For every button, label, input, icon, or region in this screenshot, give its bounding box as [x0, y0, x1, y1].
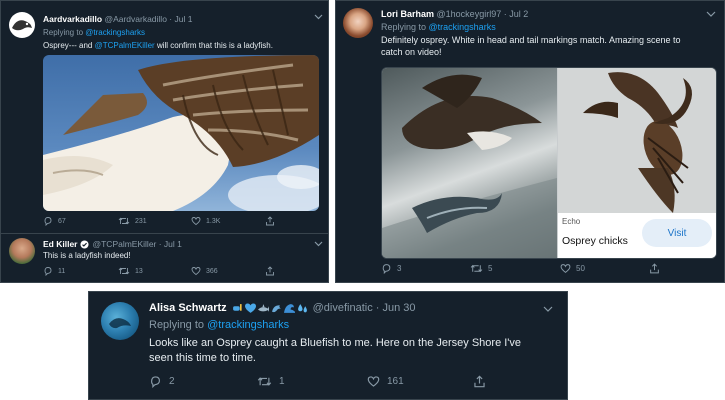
shark-icon — [257, 303, 269, 312]
chevron-down-icon[interactable] — [706, 11, 716, 17]
like-count: 50 — [576, 264, 585, 273]
name-emoji-icons — [232, 303, 308, 314]
reply-icon — [382, 264, 391, 274]
avatar[interactable] — [9, 238, 35, 264]
like-button[interactable]: 161 — [367, 375, 404, 388]
retweet-count: 5 — [488, 264, 493, 273]
tweet-card-lori: Lori Barham @1hockeygirl97 · Jul 2 Reply… — [335, 0, 725, 283]
tweet-text-line-1: Definitely osprey. White in head and tai… — [381, 35, 681, 45]
tweet-text: This is a ladyfish indeed! — [43, 251, 131, 260]
author-handle-date: @divefinatic · Jun 30 — [312, 302, 416, 314]
avatar[interactable] — [9, 12, 35, 38]
retweet-button[interactable]: 5 — [470, 263, 492, 274]
tweet-text-line-2: catch on video! — [381, 47, 442, 57]
reply-icon — [44, 217, 52, 226]
like-button[interactable]: 366 — [191, 266, 218, 276]
like-button[interactable]: 50 — [560, 263, 585, 274]
like-icon — [191, 217, 201, 226]
tweet-card-alisa: Alisa Schwartz @divefinatic · Jun 30 Rep… — [88, 291, 568, 400]
reply-count: 67 — [58, 217, 66, 225]
avatar[interactable] — [101, 302, 139, 340]
replying-to-link[interactable]: @trackingsharks — [85, 28, 145, 37]
retweet-button[interactable]: 13 — [118, 266, 143, 276]
like-button[interactable]: 1.3K — [191, 216, 220, 226]
share-icon — [266, 266, 274, 276]
like-icon — [560, 264, 571, 273]
reply-icon — [44, 267, 52, 276]
replying-to-link[interactable]: @trackingsharks — [207, 319, 289, 331]
mention-link[interactable]: @TCPalmEKiller — [95, 41, 155, 50]
share-button[interactable] — [265, 266, 275, 276]
retweet-count: 1 — [279, 376, 285, 387]
reply-count: 11 — [58, 267, 66, 275]
share-button[interactable] — [649, 263, 660, 274]
tweet-text: Osprey--- and @TCPalmEKiller will confir… — [43, 41, 273, 50]
like-count: 1.3K — [206, 217, 221, 225]
retweet-button[interactable]: 1 — [257, 375, 285, 388]
visit-button[interactable]: Visit — [642, 219, 712, 247]
divider — [1, 233, 328, 234]
retweet-count: 231 — [135, 217, 147, 225]
share-icon — [474, 375, 485, 388]
share-icon — [266, 216, 274, 226]
replying-to-link[interactable]: @trackingsharks — [429, 22, 496, 32]
ad-source-label: Echo — [562, 217, 581, 226]
tweet-text-line-1: Looks like an Osprey caught a Bluefish t… — [149, 337, 522, 349]
author-name[interactable]: Lori Barham — [381, 9, 434, 19]
reply-button[interactable]: 67 — [43, 216, 66, 226]
tweet-card-thread: Aardvarkadillo @Aardvarkadillo · Jul 1 R… — [0, 0, 329, 283]
retweet-icon — [118, 217, 130, 225]
like-count: 161 — [387, 376, 404, 387]
author-name[interactable]: Alisa Schwartz — [149, 302, 227, 314]
tweet-photo[interactable] — [43, 55, 319, 211]
video-frame-right: Echo Osprey chicks Visit — [558, 68, 716, 258]
author-handle-date: @1hockeygirl97 · Jul 2 — [436, 9, 529, 19]
chevron-down-icon[interactable] — [314, 14, 323, 20]
retweet-icon — [470, 264, 483, 273]
dolphin-icon — [271, 304, 281, 312]
reply-count: 3 — [397, 264, 402, 273]
like-count: 366 — [206, 267, 218, 275]
share-icon — [650, 263, 659, 274]
wave-icon — [283, 303, 295, 313]
replying-to-label: Replying to — [381, 22, 429, 32]
snorkel-icon — [232, 303, 242, 311]
heart-icon — [244, 303, 256, 313]
avatar[interactable] — [343, 8, 373, 38]
video-frame-left — [382, 68, 557, 258]
chevron-down-icon[interactable] — [314, 241, 323, 247]
author-handle-date: @TCPalmEKiller · Jul 1 — [92, 239, 182, 249]
droplets-icon — [297, 303, 307, 312]
replying-to-label: Replying to — [149, 319, 208, 331]
retweet-icon — [118, 267, 130, 275]
reply-count: 2 — [169, 376, 175, 387]
video-card[interactable]: Echo Osprey chicks Visit — [381, 67, 717, 259]
author-handle-date: @Aardvarkadillo · Jul 1 — [104, 14, 193, 24]
reply-button[interactable]: 11 — [43, 266, 65, 276]
reply-button[interactable]: 2 — [149, 375, 175, 388]
replying-to-label: Replying to — [43, 28, 86, 37]
author-name[interactable]: Ed Killer — [43, 239, 77, 249]
retweet-button[interactable]: 231 — [118, 216, 147, 226]
retweet-icon — [257, 377, 272, 386]
like-icon — [191, 267, 201, 276]
verified-icon — [80, 239, 90, 249]
tweet-text-line-2: seen this time to time. — [149, 352, 256, 364]
chevron-down-icon[interactable] — [543, 306, 553, 312]
author-name[interactable]: Aardvarkadillo — [43, 14, 102, 24]
reply-button[interactable]: 3 — [381, 263, 401, 274]
like-icon — [367, 376, 380, 387]
retweet-count: 13 — [135, 267, 143, 275]
reply-icon — [151, 376, 160, 388]
ad-title: Osprey chicks — [562, 235, 628, 247]
visit-button-label: Visit — [667, 227, 687, 239]
share-button[interactable] — [473, 375, 486, 388]
share-button[interactable] — [265, 216, 275, 226]
